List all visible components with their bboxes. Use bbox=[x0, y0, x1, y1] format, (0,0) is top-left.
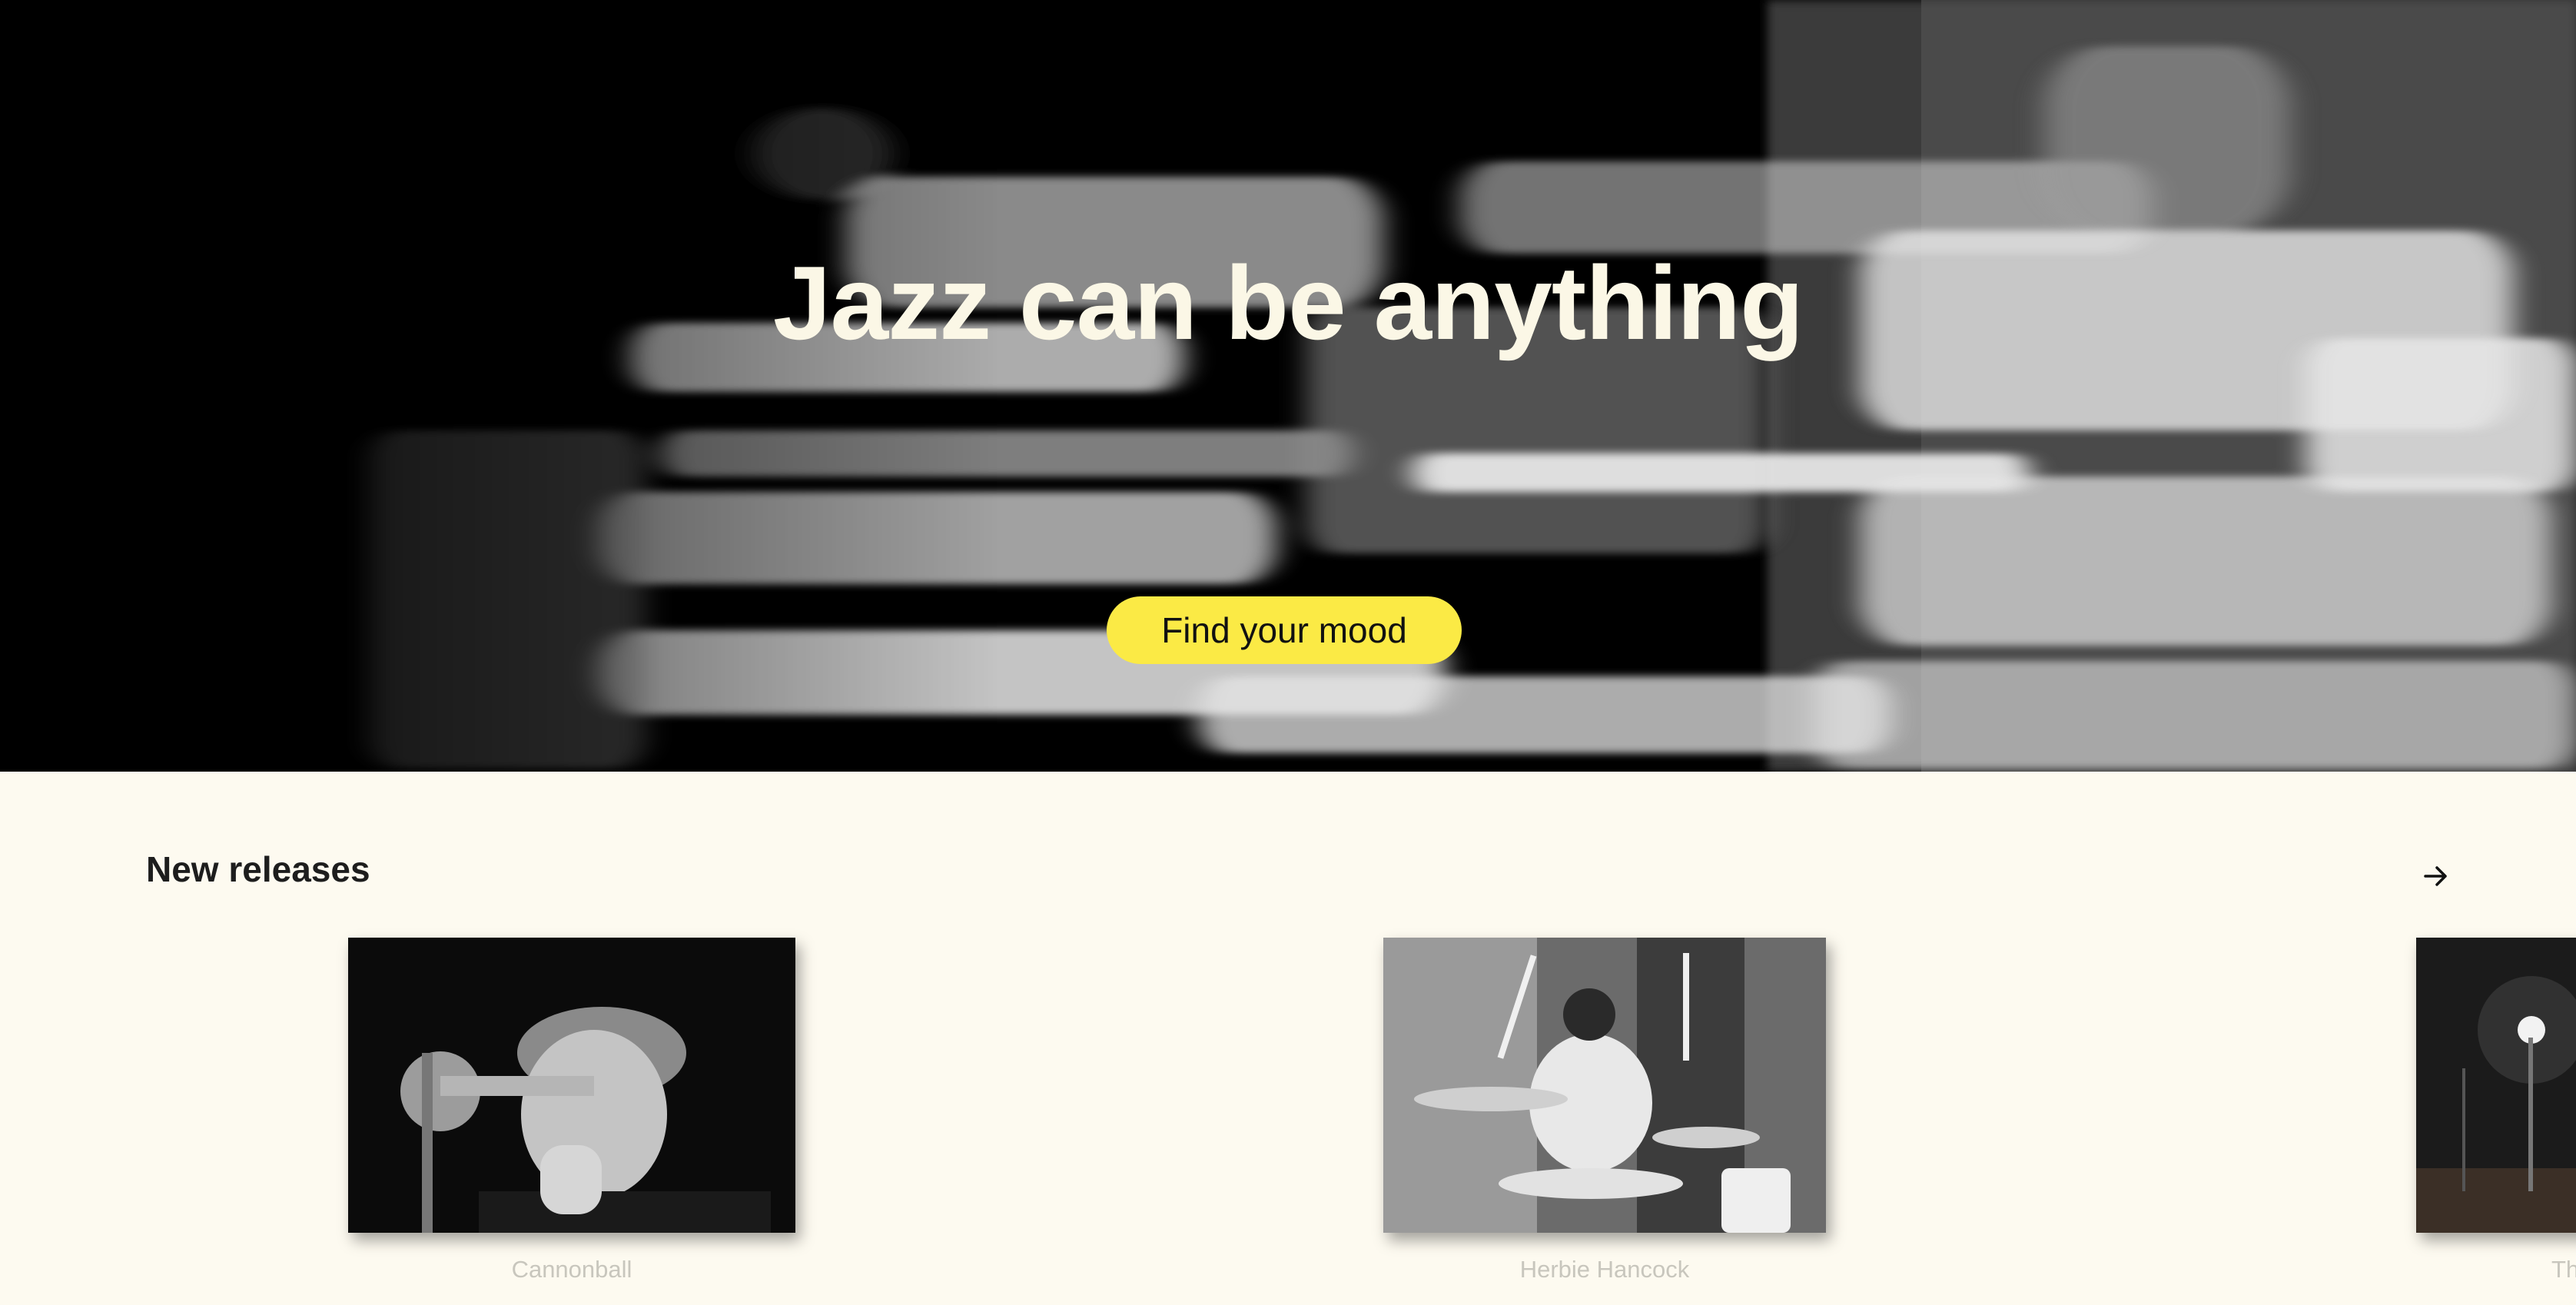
hero-banner: Jazz can be anything Find your mood bbox=[0, 0, 2576, 772]
arrow-right-icon[interactable] bbox=[2418, 858, 2455, 895]
stage-microphone-photo[interactable] bbox=[2416, 938, 2576, 1233]
find-your-mood-button[interactable]: Find your mood bbox=[1107, 596, 1462, 664]
hero-title: Jazz can be anything bbox=[772, 244, 1804, 361]
release-card[interactable]: Th bbox=[2416, 938, 2576, 1283]
trumpet-player-photo[interactable] bbox=[348, 938, 795, 1233]
release-card[interactable]: Herbie Hancock bbox=[1383, 938, 1826, 1283]
release-caption: Th bbox=[2551, 1256, 2576, 1283]
release-card[interactable]: Cannonball bbox=[348, 938, 795, 1283]
new-releases-heading: New releases bbox=[146, 849, 370, 889]
drummer-photo[interactable] bbox=[1383, 938, 1826, 1233]
release-caption: Herbie Hancock bbox=[1519, 1256, 1690, 1283]
release-caption: Cannonball bbox=[511, 1256, 632, 1283]
